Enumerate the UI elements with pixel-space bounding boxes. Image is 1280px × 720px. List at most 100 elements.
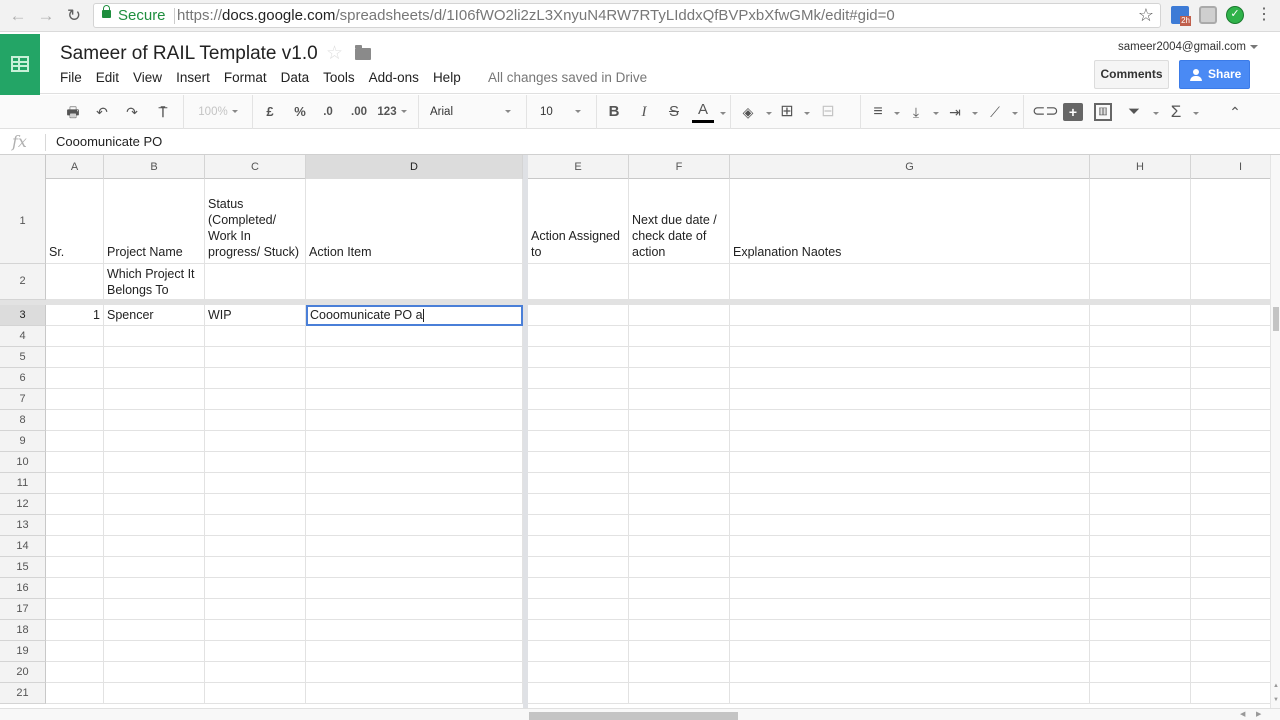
cell-e14[interactable]	[528, 536, 629, 556]
horizontal-scrollbar[interactable]: ◀ ▶	[0, 708, 1280, 720]
folder-icon[interactable]	[355, 45, 371, 60]
cell-e5[interactable]	[528, 347, 629, 367]
cell-d14[interactable]	[306, 536, 523, 556]
cell-h14[interactable]	[1090, 536, 1191, 556]
cell-h9[interactable]	[1090, 431, 1191, 451]
cell-editor-d3[interactable]: Cooomunicate PO a	[306, 305, 523, 326]
row-header-7[interactable]: 7	[0, 389, 46, 410]
cell-c1[interactable]: Status (Completed/ Work In progress/ Stu…	[205, 179, 306, 263]
cell-c3[interactable]: WIP	[205, 305, 306, 325]
cell-e13[interactable]	[528, 515, 629, 535]
cell-g5[interactable]	[730, 347, 1090, 367]
font-size-select[interactable]: 10	[540, 101, 588, 123]
cell-e21[interactable]	[528, 683, 629, 703]
cell-a1[interactable]: Sr.	[46, 179, 104, 263]
text-rotation-icon[interactable]: ⟋	[985, 101, 1005, 123]
cell-a10[interactable]	[46, 452, 104, 472]
row-header-4[interactable]: 4	[0, 326, 46, 347]
vertical-scrollbar[interactable]: ▲ ▼	[1270, 155, 1280, 708]
cell-h20[interactable]	[1090, 662, 1191, 682]
cell-i19[interactable]	[1191, 641, 1270, 661]
cell-f21[interactable]	[629, 683, 730, 703]
cell-c21[interactable]	[205, 683, 306, 703]
cell-i10[interactable]	[1191, 452, 1270, 472]
cell-i20[interactable]	[1191, 662, 1270, 682]
cell-a20[interactable]	[46, 662, 104, 682]
cell-c18[interactable]	[205, 620, 306, 640]
cell-f13[interactable]	[629, 515, 730, 535]
cell-a17[interactable]	[46, 599, 104, 619]
cell-a11[interactable]	[46, 473, 104, 493]
cell-c13[interactable]	[205, 515, 306, 535]
cell-c5[interactable]	[205, 347, 306, 367]
cell-d10[interactable]	[306, 452, 523, 472]
cell-b7[interactable]	[104, 389, 205, 409]
cell-g21[interactable]	[730, 683, 1090, 703]
chevron-down-icon[interactable]	[972, 112, 978, 115]
cell-g10[interactable]	[730, 452, 1090, 472]
cell-f17[interactable]	[629, 599, 730, 619]
chevron-down-icon[interactable]	[720, 112, 726, 115]
cell-d19[interactable]	[306, 641, 523, 661]
cell-f3[interactable]	[629, 305, 730, 325]
cell-a21[interactable]	[46, 683, 104, 703]
cell-f7[interactable]	[629, 389, 730, 409]
cell-i7[interactable]	[1191, 389, 1270, 409]
increase-decimal-button[interactable]: .00	[346, 101, 372, 123]
cell-b8[interactable]	[104, 410, 205, 430]
cell-a15[interactable]	[46, 557, 104, 577]
column-header-f[interactable]: F	[629, 155, 730, 179]
cell-i5[interactable]	[1191, 347, 1270, 367]
decrease-decimal-button[interactable]: .0	[318, 101, 338, 123]
cell-h17[interactable]	[1090, 599, 1191, 619]
row-header-21[interactable]: 21	[0, 683, 46, 704]
cell-e3[interactable]	[528, 305, 629, 325]
cell-a13[interactable]	[46, 515, 104, 535]
forward-icon[interactable]: →	[36, 6, 56, 26]
cell-c2[interactable]	[205, 264, 306, 299]
cell-a19[interactable]	[46, 641, 104, 661]
cell-i6[interactable]	[1191, 368, 1270, 388]
cell-c20[interactable]	[205, 662, 306, 682]
cell-h5[interactable]	[1090, 347, 1191, 367]
row-header-3[interactable]: 3	[0, 305, 46, 326]
cell-c12[interactable]	[205, 494, 306, 514]
cell-c16[interactable]	[205, 578, 306, 598]
scroll-down-icon[interactable]: ▼	[1271, 697, 1280, 703]
cell-i3[interactable]	[1191, 305, 1270, 325]
redo-icon[interactable]: ↷	[122, 101, 142, 123]
cell-e2[interactable]	[528, 264, 629, 299]
undo-icon[interactable]: ↶	[92, 101, 112, 123]
row-header-9[interactable]: 9	[0, 431, 46, 452]
zoom-select[interactable]: 100%	[192, 101, 244, 123]
print-icon[interactable]: 🖶	[63, 101, 83, 123]
cell-c14[interactable]	[205, 536, 306, 556]
filter-icon[interactable]: ⏷	[1124, 101, 1144, 123]
text-color-button[interactable]: A	[692, 101, 714, 123]
cell-b20[interactable]	[104, 662, 205, 682]
check-extension-icon[interactable]: ✓	[1226, 6, 1244, 24]
percent-format-button[interactable]: %	[290, 101, 310, 123]
cell-g14[interactable]	[730, 536, 1090, 556]
cell-g7[interactable]	[730, 389, 1090, 409]
cell-g11[interactable]	[730, 473, 1090, 493]
cell-e10[interactable]	[528, 452, 629, 472]
formula-input[interactable]: Cooomunicate PO	[56, 134, 162, 149]
cell-e17[interactable]	[528, 599, 629, 619]
menu-data[interactable]: Data	[281, 70, 310, 85]
chevron-down-icon[interactable]	[766, 112, 772, 115]
cell-d9[interactable]	[306, 431, 523, 451]
cell-i1[interactable]	[1191, 179, 1270, 263]
fill-color-icon[interactable]: ◈	[738, 101, 758, 123]
cell-b10[interactable]	[104, 452, 205, 472]
cell-f6[interactable]	[629, 368, 730, 388]
cell-b3[interactable]: Spencer	[104, 305, 205, 325]
row-header-13[interactable]: 13	[0, 515, 46, 536]
cell-f14[interactable]	[629, 536, 730, 556]
cell-c4[interactable]	[205, 326, 306, 346]
cell-d6[interactable]	[306, 368, 523, 388]
cell-e18[interactable]	[528, 620, 629, 640]
cell-i18[interactable]	[1191, 620, 1270, 640]
cell-a8[interactable]	[46, 410, 104, 430]
document-title[interactable]: Sameer of RAIL Template v1.0	[60, 43, 318, 65]
